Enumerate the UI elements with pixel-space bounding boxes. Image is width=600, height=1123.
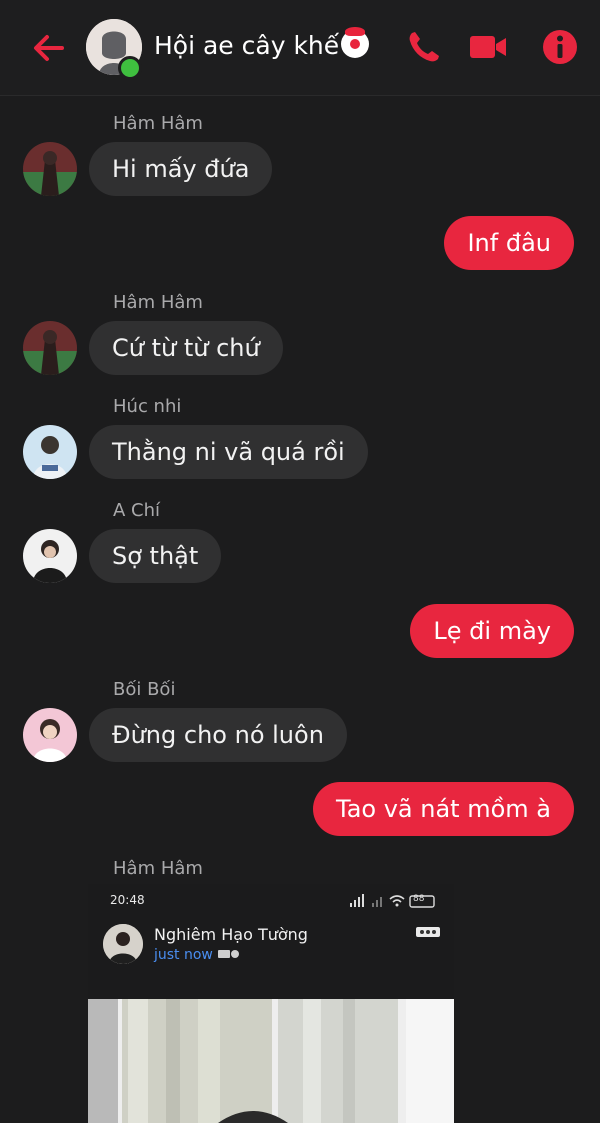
sender-name: Húc nhi <box>113 396 182 417</box>
avatar-a-chi[interactable] <box>23 529 77 583</box>
clown-face-icon <box>341 27 370 58</box>
back-arrow-icon[interactable] <box>28 28 68 68</box>
status-icons <box>350 894 435 908</box>
phone-call-icon[interactable] <box>404 27 444 67</box>
message-bubble[interactable]: Thằng ni vã quá rồi <box>89 425 368 479</box>
shared-status-time: 20:48 <box>110 893 145 907</box>
avatar-ham-ham[interactable] <box>23 142 77 196</box>
audience-icon <box>218 950 239 958</box>
chat-title-text: Hội ae cây khế <box>154 31 340 60</box>
sender-name: Bối Bối <box>113 679 176 700</box>
avatar-huc-nhi[interactable] <box>23 425 77 479</box>
shared-post-author: Nghiêm Hạo Tường <box>154 925 308 944</box>
message-bubble[interactable]: Hi mấy đứa <box>89 142 273 196</box>
message-bubble-outgoing[interactable]: Inf đâu <box>444 216 574 270</box>
online-status-dot <box>118 56 142 80</box>
shared-post-time: just now <box>154 947 213 963</box>
message-bubble[interactable]: Đừng cho nó luôn <box>89 708 347 762</box>
sender-name: Hâm Hâm <box>113 113 203 134</box>
more-options-icon <box>416 927 440 937</box>
avatar-boi-boi[interactable] <box>23 708 77 762</box>
battery-level: 88 <box>413 894 425 904</box>
message-bubble-outgoing[interactable]: Lẹ đi mày <box>410 604 574 658</box>
message-bubble[interactable]: Sợ thật <box>89 529 222 583</box>
sender-name: A Chí <box>113 500 161 521</box>
shared-post-photo <box>88 999 454 1123</box>
video-call-icon[interactable] <box>468 27 508 67</box>
shared-status-bar: 20:48 88 <box>88 884 454 914</box>
sender-name: Hâm Hâm <box>113 858 203 879</box>
shared-post-avatar <box>103 924 143 964</box>
avatar-ham-ham[interactable] <box>23 321 77 375</box>
message-bubble[interactable]: Cứ từ từ chứ <box>89 321 283 375</box>
chat-header: Hội ae cây khế <box>0 0 600 96</box>
chat-title[interactable]: Hội ae cây khế <box>154 27 370 60</box>
message-bubble-outgoing[interactable]: Tao vã nát mồm à <box>313 782 574 836</box>
sender-name: Hâm Hâm <box>113 292 203 313</box>
info-icon[interactable] <box>540 27 580 67</box>
shared-screenshot-image[interactable]: 20:48 88 Nghiêm Hạo Tường just now <box>88 884 454 1123</box>
